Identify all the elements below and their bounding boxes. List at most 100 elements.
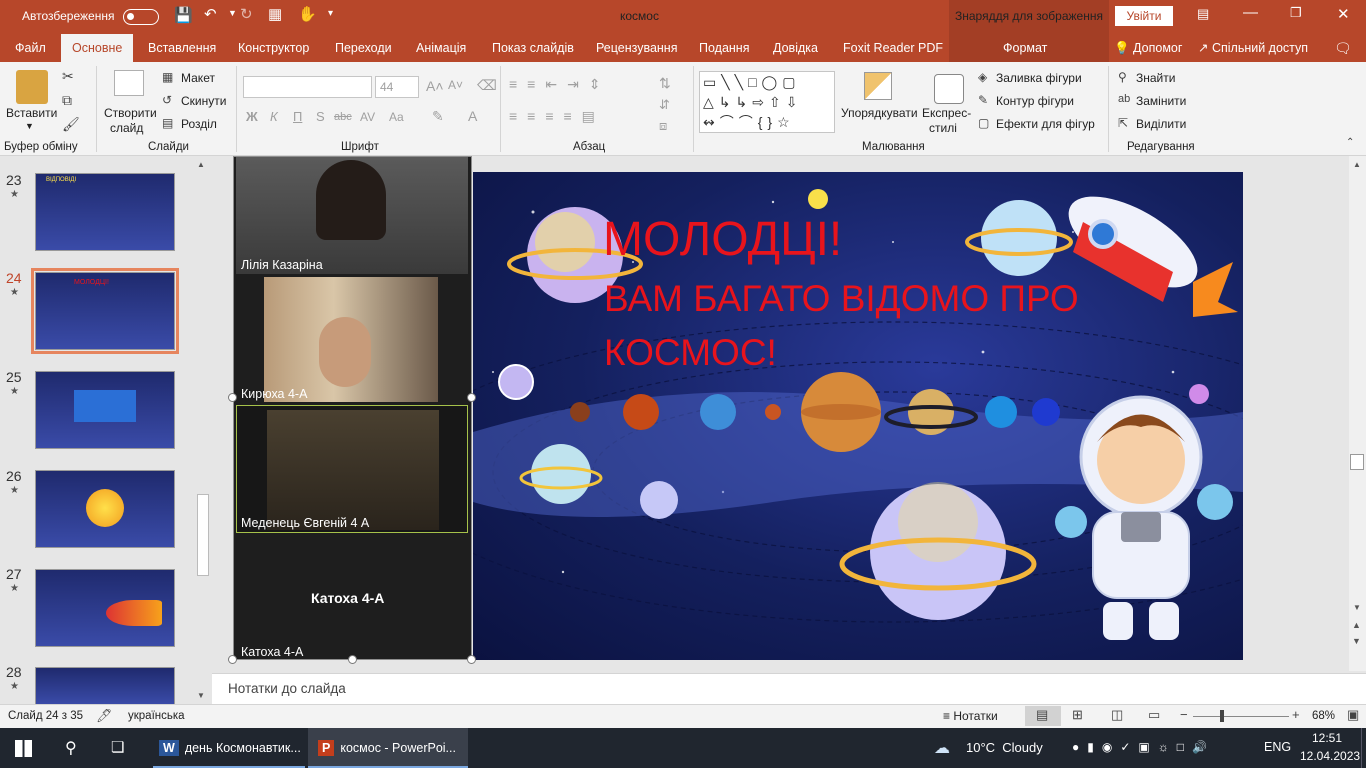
scroll-down-icon[interactable]: ▼ [1353, 603, 1361, 612]
cut-icon[interactable]: ✂ [62, 68, 74, 85]
next-slide-icon[interactable]: ▼ [1352, 636, 1361, 646]
arrange-button[interactable]: Упорядкувати [841, 106, 918, 120]
paste-dropdown-icon[interactable]: ▼ [25, 121, 34, 131]
slide-thumbnail[interactable] [35, 569, 175, 647]
customize-qat-icon[interactable]: ▾ [328, 8, 333, 19]
layout-button[interactable]: Макет [181, 71, 215, 85]
char-spacing-button[interactable]: AV [360, 110, 375, 124]
slide-thumbnail[interactable] [35, 667, 175, 704]
text-direction-icon[interactable]: ⇅ [659, 75, 671, 92]
new-slide-label2[interactable]: слайд [110, 121, 143, 135]
save-icon[interactable]: 💾 [174, 6, 193, 24]
fit-to-window-icon[interactable]: ▣ [1347, 707, 1359, 723]
font-color-icon[interactable]: A [468, 108, 477, 124]
collapse-ribbon-icon[interactable]: ⌃ [1346, 137, 1354, 148]
tab-file[interactable]: Файл [15, 34, 46, 62]
slide-subtitle-line2[interactable]: КОСМОС! [604, 332, 777, 374]
taskbar-app-powerpoint[interactable]: Pкосмос - PowerPoi... [308, 728, 468, 768]
scroll-down-icon[interactable]: ▼ [197, 691, 205, 700]
font-name-field[interactable] [243, 76, 372, 98]
list-icons[interactable]: ≡≡⇤⇥⇕ [509, 76, 611, 93]
show-desktop-button[interactable] [1361, 728, 1366, 768]
reset-button[interactable]: Скинути [181, 94, 226, 108]
arrange-icon[interactable] [864, 72, 892, 100]
shapes-gallery[interactable]: ▭╲╲□◯▢ △↳↳⇨⇧⇩ ↭⌒⌒{}☆ [699, 71, 835, 133]
notes-placeholder[interactable]: Нотатки до слайда [228, 681, 346, 696]
paste-button[interactable]: Вставити [6, 106, 57, 120]
slide-subtitle-line1[interactable]: ВАМ БАГАТО ВІДОМО ПРО [604, 278, 1079, 320]
reset-icon[interactable]: ↺ [162, 93, 172, 107]
zoom-level[interactable]: 68% [1312, 710, 1335, 722]
shrink-font-icon[interactable]: A˅ [448, 78, 463, 92]
tab-view[interactable]: Подання [699, 34, 749, 62]
strikethrough-button[interactable]: S [316, 109, 325, 124]
tab-review[interactable]: Рецензування [596, 34, 677, 62]
thumbnail-scroll-thumb[interactable] [197, 494, 209, 576]
grow-font-icon[interactable]: A˄ [426, 78, 444, 94]
undo-dropdown-icon[interactable]: ▼ [228, 8, 237, 18]
reading-view-icon[interactable]: ◫ [1111, 707, 1123, 723]
copy-icon[interactable]: ⧉ [62, 92, 72, 109]
shape-fill-icon[interactable]: ◈ [978, 70, 987, 84]
shape-outline-button[interactable]: Контур фігури [996, 94, 1074, 108]
language-indicator[interactable]: українська [128, 710, 185, 722]
zoom-slider[interactable] [1193, 716, 1289, 717]
prev-slide-icon[interactable]: ▲ [1352, 620, 1361, 630]
change-case-button[interactable]: Aa [389, 110, 404, 124]
task-view-icon[interactable]: ❏ [111, 738, 124, 756]
notes-pane[interactable] [212, 673, 1366, 704]
zoom-slider-thumb[interactable] [1220, 710, 1224, 722]
slide-title[interactable]: МОЛОДЦІ! [603, 212, 842, 267]
new-slide-label1[interactable]: Створити [104, 106, 157, 120]
align-icons[interactable]: ≡≡≡≡▤ [509, 108, 605, 125]
underline-button[interactable]: П [293, 109, 302, 124]
select-button[interactable]: Виділити [1136, 117, 1186, 131]
quick-styles-label1[interactable]: Експрес- [922, 106, 971, 120]
keyboard-language[interactable]: ENG [1264, 740, 1291, 754]
help-search[interactable]: 💡 Допомог [1114, 34, 1182, 62]
tab-transitions[interactable]: Переходи [335, 34, 392, 62]
find-button[interactable]: Знайти [1136, 71, 1175, 85]
slide-sorter-icon[interactable]: ⊞ [1072, 707, 1083, 723]
clear-format-icon[interactable]: ⌫ [477, 77, 497, 94]
clock-time[interactable]: 12:51 [1312, 731, 1342, 745]
resize-handle[interactable] [348, 655, 357, 664]
section-icon[interactable]: ▤ [162, 116, 173, 130]
current-slide[interactable]: МОЛОДЦІ! ВАМ БАГАТО ВІДОМО ПРО КОСМОС! [473, 172, 1243, 660]
windows-start-icon[interactable] [15, 740, 32, 757]
section-button[interactable]: Розділ [181, 117, 217, 131]
scroll-up-icon[interactable]: ▲ [1353, 160, 1361, 169]
minimize-icon[interactable]: — [1243, 4, 1258, 21]
signin-button[interactable]: Увійти [1115, 6, 1173, 26]
resize-handle[interactable] [467, 655, 476, 664]
slide-thumbnail[interactable] [35, 470, 175, 548]
resize-handle[interactable] [228, 655, 237, 664]
tab-help[interactable]: Довідка [773, 34, 818, 62]
thumbnail-scrollbar[interactable] [196, 159, 210, 704]
redo-icon[interactable]: ↻ [240, 5, 253, 23]
tab-insert[interactable]: Вставлення [148, 34, 216, 62]
replace-icon[interactable]: ab [1118, 93, 1130, 105]
touch-mode-icon[interactable]: ✋ [298, 5, 317, 23]
shape-outline-icon[interactable]: ✎ [978, 93, 988, 107]
taskbar-app-word[interactable]: Wдень Космонавтик... [153, 728, 305, 768]
quick-styles-icon[interactable] [934, 74, 964, 104]
slide-thumbnail[interactable]: ВІДПОВІДІ [35, 173, 175, 251]
shadow-button[interactable]: abc [334, 111, 352, 123]
new-slide-icon[interactable] [114, 70, 144, 96]
present-icon[interactable]: ▦ [268, 5, 282, 23]
tab-home[interactable]: Основне [61, 34, 134, 62]
comments-icon[interactable]: 🗨 [1334, 34, 1352, 62]
resize-handle[interactable] [467, 393, 476, 402]
format-painter-icon[interactable]: 🖌 [62, 116, 80, 133]
resize-handle[interactable] [228, 393, 237, 402]
spellcheck-icon[interactable]: 🖊 [96, 708, 113, 724]
autosave-toggle[interactable] [123, 9, 159, 25]
replace-button[interactable]: Замінити [1136, 94, 1186, 108]
smartart-icon[interactable]: ⧈ [659, 118, 667, 134]
select-icon[interactable]: ⇱ [1118, 116, 1128, 130]
shape-effects-icon[interactable]: ▢ [978, 116, 989, 130]
normal-view-icon[interactable]: ▤ [1036, 707, 1048, 723]
share-button[interactable]: ↗ Спільний доступ [1198, 34, 1308, 62]
find-icon[interactable]: ⚲ [1118, 70, 1127, 84]
